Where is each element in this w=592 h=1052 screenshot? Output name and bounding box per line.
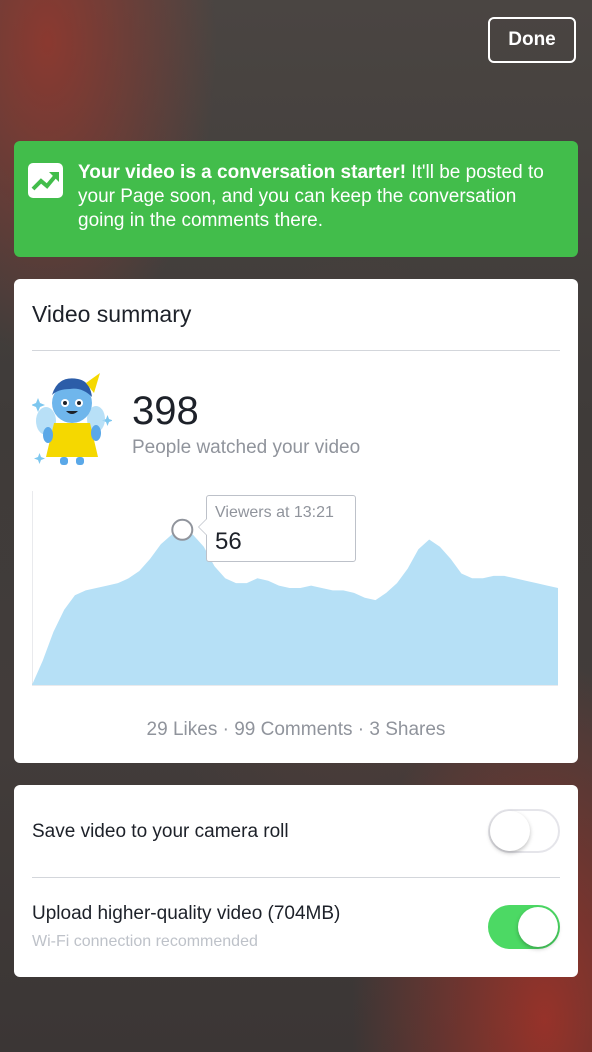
viewers-count: 398 <box>132 389 199 433</box>
tooltip-label: Viewers at 13:21 <box>215 504 334 521</box>
save-to-camera-roll-label: Save video to your camera roll <box>32 821 289 842</box>
comments-link[interactable]: 99 Comments <box>234 719 352 740</box>
tooltip-value: 56 <box>215 528 242 555</box>
chart-highlight-point[interactable] <box>171 518 194 541</box>
viewers-label: People watched your video <box>132 437 361 458</box>
stats-separator: · <box>217 719 235 740</box>
upload-hq-toggle[interactable] <box>488 905 560 949</box>
done-button[interactable]: Done <box>488 17 576 63</box>
video-settings-card: Save video to your camera roll Upload hi… <box>14 785 578 977</box>
chart-tooltip: Viewers at 13:21 56 <box>198 495 356 562</box>
card-title: Video summary <box>32 301 192 327</box>
shares-link[interactable]: 3 Shares <box>369 719 445 740</box>
upload-hq-label: Upload higher-quality video (704MB) <box>32 903 341 924</box>
divider <box>32 877 560 878</box>
divider <box>32 350 560 351</box>
banner-headline: Your video is a conversation starter! <box>78 162 407 183</box>
upload-hq-sublabel: Wi-Fi connection recommended <box>32 933 258 950</box>
trending-up-icon <box>28 163 63 198</box>
banner-message: Your video is a conversation starter! It… <box>78 161 564 233</box>
mascot-illustration <box>32 373 112 465</box>
likes-link[interactable]: 29 Likes <box>147 719 218 740</box>
engagement-stats: 29 Likes · 99 Comments · 3 Shares <box>14 719 578 741</box>
tooltip-arrow <box>198 518 207 536</box>
toggle-knob <box>518 907 558 947</box>
toggle-knob <box>490 811 530 851</box>
video-summary-card: Video summary 398 People watched your vi… <box>14 279 578 763</box>
save-to-camera-roll-toggle[interactable] <box>488 809 560 853</box>
stats-separator: · <box>352 719 370 740</box>
success-banner: Your video is a conversation starter! It… <box>14 141 578 257</box>
